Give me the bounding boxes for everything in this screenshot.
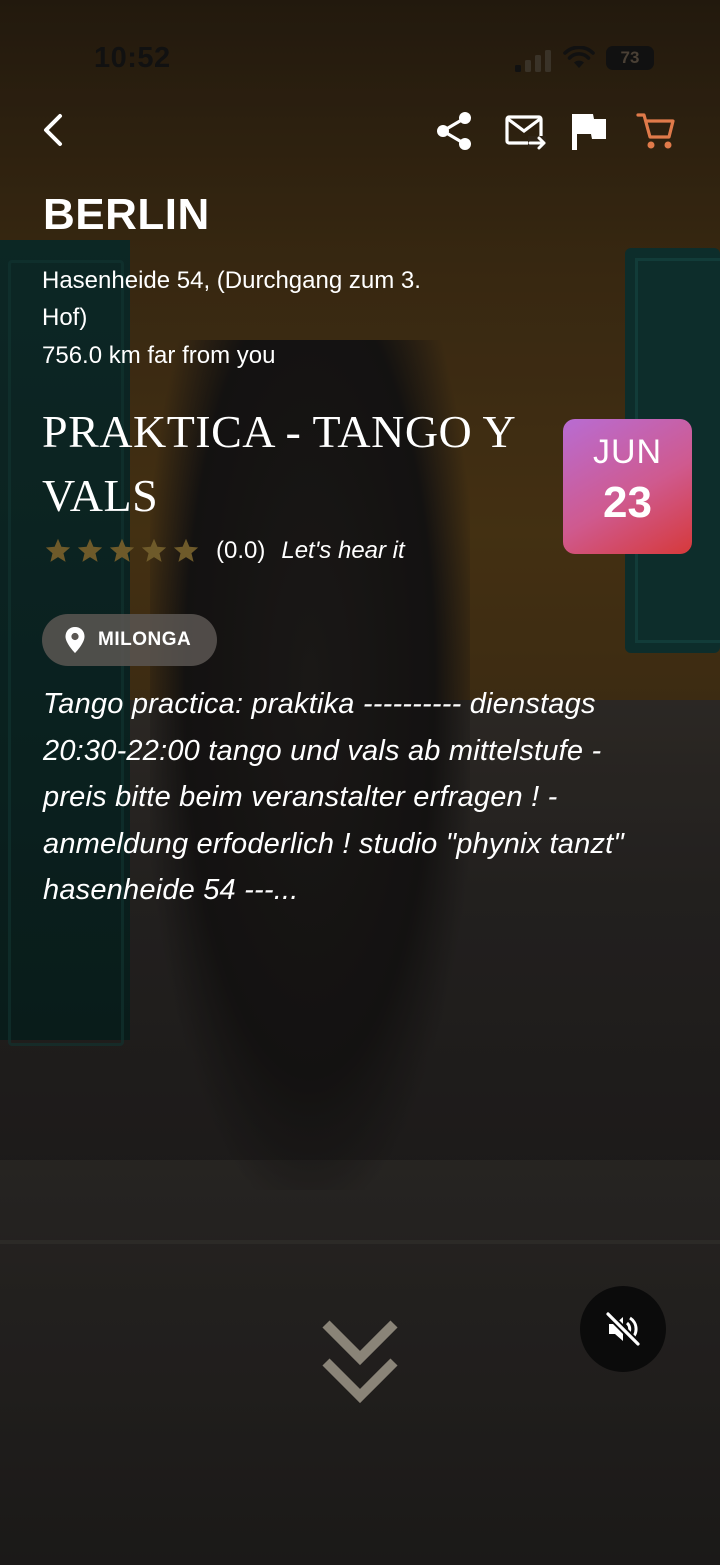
status-time: 10:52 xyxy=(94,42,171,74)
volume-off-icon xyxy=(605,1311,641,1347)
venue-address: Hasenheide 54, (Durchgang zum 3. Hof) xyxy=(42,267,421,331)
rate-link[interactable]: Let's hear it xyxy=(281,537,404,565)
star-icon[interactable] xyxy=(172,537,200,565)
category-chip[interactable]: MILONGA xyxy=(42,614,217,666)
star-icon[interactable] xyxy=(76,537,104,565)
date-month: JUN xyxy=(592,433,663,471)
date-day: 23 xyxy=(603,478,652,527)
event-description[interactable]: Tango practica: praktika ---------- dien… xyxy=(43,681,673,914)
back-button[interactable] xyxy=(36,110,72,150)
mail-forward-icon[interactable] xyxy=(504,112,548,152)
share-icon[interactable] xyxy=(434,110,474,152)
wifi-icon xyxy=(563,46,595,68)
battery-icon: 73 xyxy=(606,46,654,70)
signal-icon xyxy=(515,50,551,72)
star-icon[interactable] xyxy=(44,537,72,565)
cart-icon[interactable] xyxy=(636,110,676,152)
star-icon[interactable] xyxy=(140,537,168,565)
rating-row: (0.0) Let's hear it xyxy=(44,534,405,568)
mute-button[interactable] xyxy=(580,1286,666,1372)
category-label: MILONGA xyxy=(98,629,192,650)
rating-value: (0.0) xyxy=(216,537,266,564)
status-bar: 10:52 73 xyxy=(0,38,720,82)
double-chevron-down-icon[interactable] xyxy=(322,1318,398,1408)
star-icon[interactable] xyxy=(108,537,136,565)
flag-icon[interactable] xyxy=(569,110,609,152)
date-badge: JUN 23 xyxy=(563,419,692,554)
event-title: PRAKTICA - TANGO Y VALS xyxy=(42,406,515,521)
distance-text: 756.0 km far from you xyxy=(42,342,276,369)
location-pin-icon xyxy=(65,627,85,653)
city-name: BERLIN xyxy=(43,190,210,239)
